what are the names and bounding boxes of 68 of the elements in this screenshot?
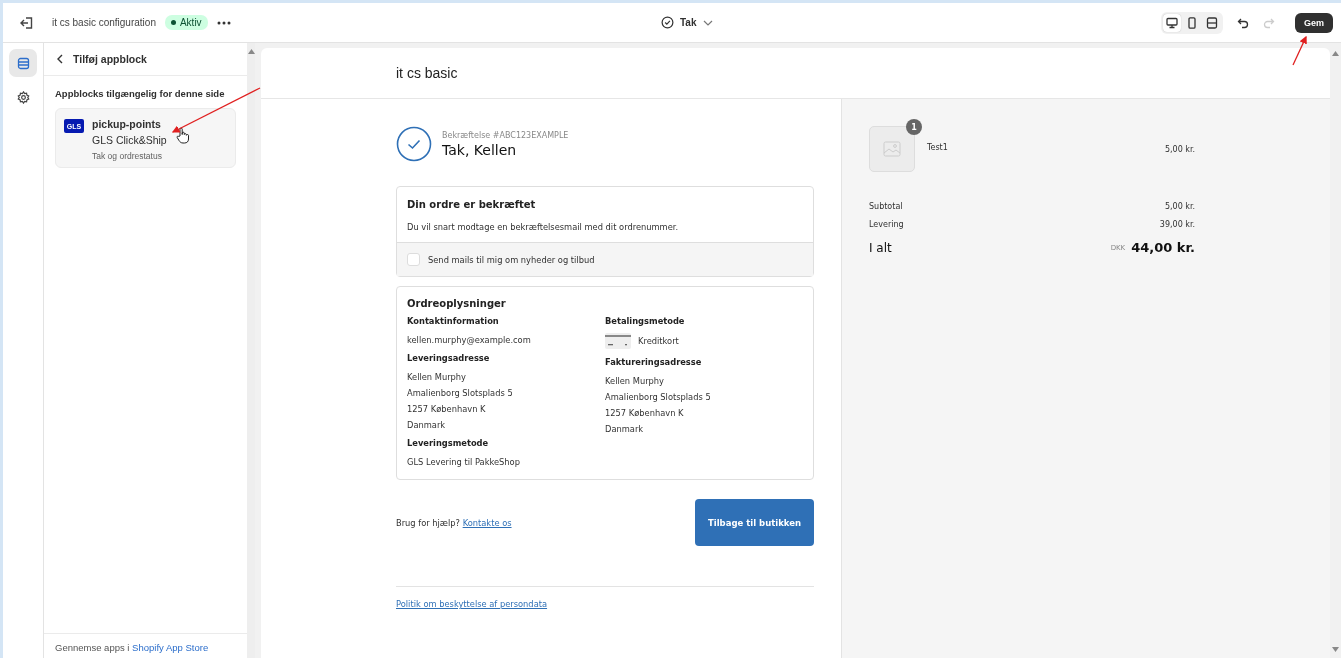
status-badge: Aktiv (164, 15, 208, 30)
detail-line: Amalienborg Slotsplads 5 (605, 391, 712, 404)
detail-line: Amalienborg Slotsplads 5 (407, 387, 514, 400)
detail-label: Leveringsmetode (407, 438, 490, 448)
check-circle-icon (396, 126, 432, 162)
shop-name: it cs basic (396, 65, 458, 81)
annotation-arrow (1292, 35, 1307, 66)
scroll-down-icon[interactable] (1332, 647, 1339, 652)
contact-link[interactable]: Kontakte os (462, 517, 512, 528)
sections-button[interactable] (9, 49, 37, 77)
section-heading: Appblocks tilgængelig for denne side (55, 88, 226, 99)
save-button[interactable]: Gem (1295, 12, 1333, 33)
check-circle-icon (661, 16, 674, 29)
block-name: pickup-points (92, 117, 162, 132)
total-label: Levering (869, 220, 904, 229)
detail-line: Kellen Murphy (407, 371, 467, 384)
page-selector[interactable]: Tak (659, 14, 715, 31)
grand-total-value: 44,00 kr. (1131, 240, 1195, 255)
scroll-up-icon[interactable] (247, 49, 255, 54)
total-value: 5,00 kr. (1164, 202, 1195, 211)
detail-line: 1257 København K (605, 407, 685, 420)
product-name: Test1 (927, 142, 949, 152)
image-icon (883, 141, 901, 157)
block-page: Tak og ordrestatus (92, 151, 163, 161)
card-icon (605, 333, 631, 349)
detail-line: Kellen Murphy (605, 375, 665, 388)
sections-icon (16, 56, 30, 70)
newsletter-checkbox[interactable] (407, 253, 420, 266)
card-title: Ordreoplysninger (407, 298, 507, 309)
scroll-up-icon[interactable] (1332, 51, 1339, 56)
detail-line: Danmark (407, 419, 447, 432)
undo-icon[interactable] (1237, 16, 1249, 29)
detail-label: Leveringsadresse (407, 353, 491, 363)
app-store-link[interactable]: Shopify App Store (132, 642, 209, 653)
desktop-icon (1166, 16, 1178, 29)
privacy-policy-link[interactable]: Politik om beskyttelse af persondata (396, 599, 548, 609)
detail-label: Faktureringsadresse (605, 357, 703, 367)
desktop-view-button[interactable] (1163, 13, 1181, 32)
card-title: Din ordre er bekræftet (407, 199, 537, 210)
mobile-icon (1186, 16, 1198, 29)
newsletter-label: Send mails til mig om nyheder og tilbud (428, 254, 595, 265)
more-icon[interactable] (216, 20, 231, 25)
quantity-badge: 1 (906, 119, 922, 135)
app-name: GLS Click&Ship (92, 133, 167, 148)
confirmation-number: Bekræftelse #ABC123EXAMPLE (442, 130, 569, 140)
footer-text: Gennemse apps i (55, 642, 130, 653)
detail-line: 1257 København K (407, 403, 487, 416)
exit-icon[interactable] (19, 14, 35, 31)
grand-total-label: I alt (869, 240, 892, 255)
payment-method: Kreditkort (638, 334, 679, 348)
chevron-down-icon (702, 19, 713, 26)
continue-shopping-button[interactable]: Tilbage til butikken (695, 499, 814, 546)
detail-label: Kontaktinformation (407, 316, 500, 326)
chevron-left-icon (56, 54, 64, 64)
detail-line: Danmark (605, 423, 645, 436)
settings-icon (16, 90, 30, 104)
detail-line: kellen.murphy@example.com (407, 334, 532, 347)
detail-label: Betalingsmetode (605, 316, 686, 326)
theme-title: it cs basic configuration (52, 17, 156, 28)
total-value: 39,00 kr. (1159, 220, 1195, 229)
fullscreen-icon (1206, 16, 1218, 29)
thanks-heading: Tak, Kellen (442, 141, 518, 158)
hand-cursor-icon (176, 127, 190, 144)
card-text: Du vil snart modtage en bekræftelsesmail med dit ordrenummer. (407, 222, 680, 232)
help-text: Brug for hjælp? (396, 517, 460, 528)
product-price: 5,00 kr. (1164, 144, 1195, 154)
detail-line: GLS Levering til PakkeShop (407, 456, 521, 469)
total-label: Subtotal (869, 202, 903, 211)
